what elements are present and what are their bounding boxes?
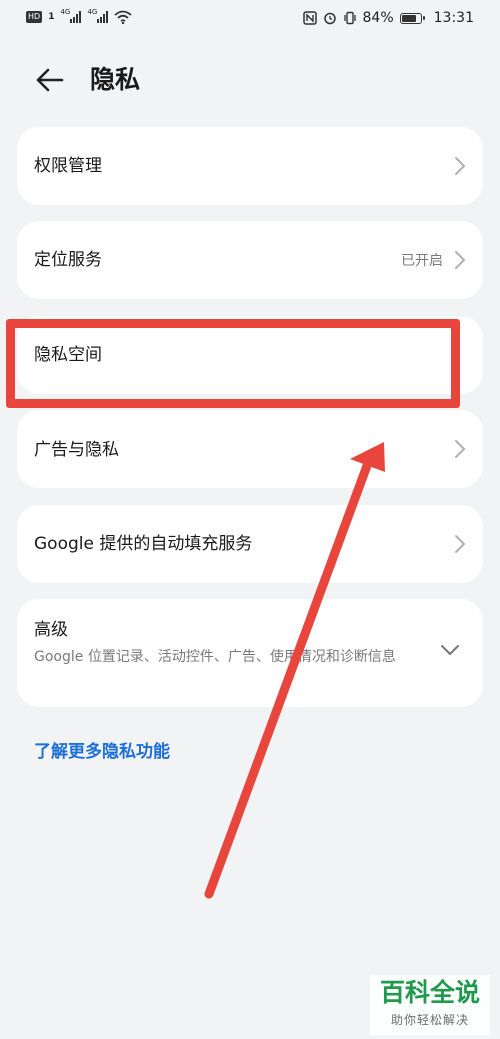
signal-icon: 4G <box>60 8 82 23</box>
status-left: HD 1 4G 4G <box>26 8 133 24</box>
chevron-right-icon <box>455 251 466 269</box>
page-title: 隐私 <box>90 65 141 94</box>
watermark-title: 百科全说 <box>379 978 480 1007</box>
sim-number: 1 <box>48 12 55 22</box>
menu-item-label: 定位服务 <box>34 250 102 270</box>
highlight-box <box>6 319 460 408</box>
status-right: 84% 13:31 <box>302 10 474 26</box>
header: 隐私 <box>0 52 500 108</box>
hd-badge: HD <box>26 11 43 23</box>
clock: 13:31 <box>433 10 474 26</box>
chevron-right-icon <box>455 157 466 175</box>
menu-item-google-autofill[interactable]: Google 提供的自动填充服务 <box>17 505 483 583</box>
back-arrow-icon[interactable] <box>32 62 68 98</box>
network-type-1: 4G <box>60 8 71 16</box>
alarm-icon <box>323 12 336 25</box>
nfc-icon <box>302 11 317 25</box>
menu-item-permission[interactable]: 权限管理 <box>17 127 483 205</box>
wifi-icon <box>114 10 133 24</box>
chevron-down-icon <box>441 645 459 656</box>
signal-icon-2: 4G <box>87 8 109 23</box>
menu-item-label: 广告与隐私 <box>34 440 119 460</box>
chevron-right-icon <box>455 535 466 553</box>
battery-percent: 84% <box>362 10 394 26</box>
learn-more-privacy-link[interactable]: 了解更多隐私功能 <box>34 740 170 764</box>
status-bar: HD 1 4G 4G 84% 13:31 <box>0 0 500 38</box>
menu-item-label: 高级 <box>34 620 68 640</box>
network-type-2: 4G <box>87 8 98 16</box>
menu-item-location[interactable]: 定位服务 已开启 <box>17 221 483 299</box>
location-status: 已开启 <box>401 253 443 269</box>
vibrate-icon <box>343 11 356 25</box>
chevron-right-icon <box>455 440 466 458</box>
battery-icon <box>399 12 425 24</box>
menu-item-advanced[interactable]: 高级 Google 位置记录、活动控件、广告、使用情况和诊断信息 <box>17 599 483 707</box>
menu-item-label: Google 提供的自动填充服务 <box>34 534 253 554</box>
watermark-logo: 百科全说 助你轻松解决 <box>370 975 490 1035</box>
watermark-subtitle: 助你轻松解决 <box>390 1013 469 1027</box>
menu-item-label: 权限管理 <box>34 156 102 176</box>
menu-item-ads-privacy[interactable]: 广告与隐私 <box>17 410 483 488</box>
advanced-description: Google 位置记录、活动控件、广告、使用情况和诊断信息 <box>34 649 396 665</box>
